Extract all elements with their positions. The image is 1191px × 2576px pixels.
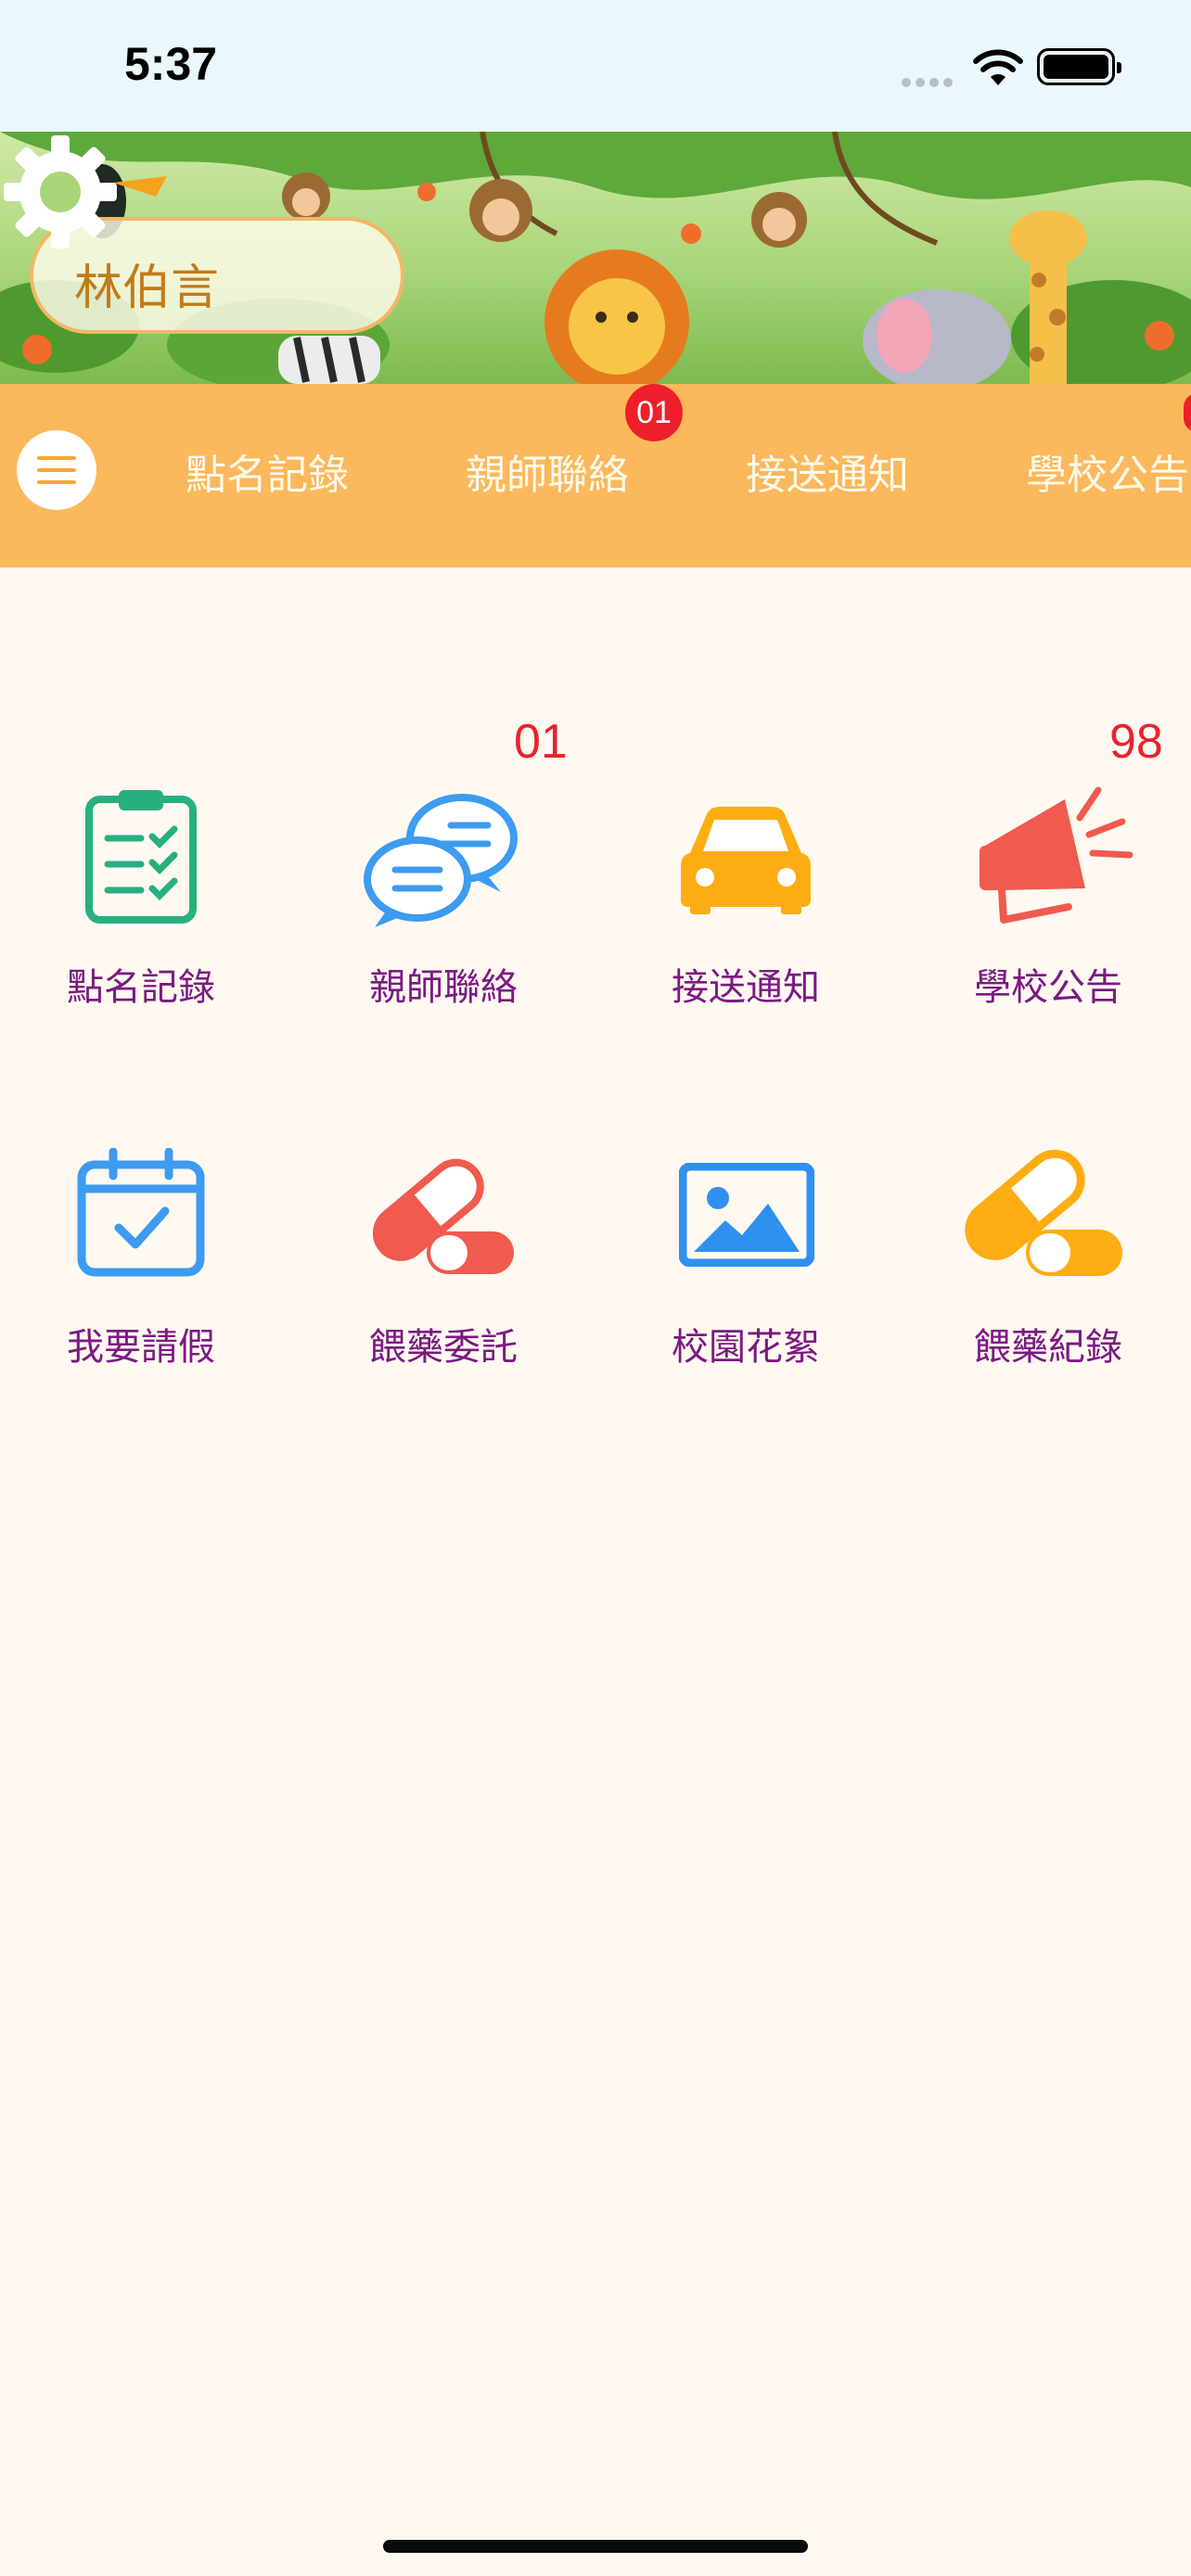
- menu-label-campus-photos: 校園花絮: [672, 1326, 820, 1369]
- settings-gear-icon[interactable]: [0, 132, 121, 252]
- battery-icon: [1037, 48, 1121, 85]
- menu-label-medication-record: 餵藥紀錄: [974, 1326, 1122, 1369]
- menu-label-medication-request: 餵藥委託: [369, 1326, 518, 1369]
- tab-pickup[interactable]: 接送通知: [746, 441, 909, 501]
- header-banner: 林伯言: [0, 132, 1191, 384]
- cellular-signal-icon: [902, 73, 957, 91]
- menu-label-parent-teacher: 親師聯絡: [369, 966, 518, 1009]
- home-indicator[interactable]: [383, 2540, 808, 2553]
- menu-label-leave-request: 我要請假: [67, 1326, 215, 1369]
- wifi-icon: [973, 49, 1023, 85]
- tab-attendance[interactable]: 點名記錄: [186, 441, 349, 501]
- menu-label-attendance: 點名記錄: [67, 966, 215, 1009]
- pill-icon: [372, 1158, 514, 1274]
- tab-badge-parent-teacher: 01: [625, 384, 683, 441]
- menu-label-pickup: 接送通知: [672, 966, 820, 1009]
- tab-bar-overlay: [0, 384, 1191, 441]
- tab-bar: 點名記錄 親師聯絡 01 接送通知 學校公告: [0, 384, 1191, 567]
- menu-label-announcements: 學校公告: [974, 966, 1122, 1009]
- calendar-check-icon: [77, 1148, 205, 1277]
- megaphone-icon: [980, 786, 1133, 924]
- car-icon: [681, 807, 811, 914]
- status-time: 5:37: [124, 38, 218, 90]
- user-name: 林伯言: [74, 261, 220, 316]
- tab-parent-teacher[interactable]: 親師聯絡: [466, 441, 629, 501]
- hamburger-menu-icon[interactable]: [17, 430, 96, 510]
- photo-icon: [679, 1163, 814, 1267]
- tab-announcements[interactable]: 學校公告: [1026, 441, 1189, 501]
- status-bar: 5:37: [0, 0, 1191, 132]
- chat-bubbles-icon: [364, 794, 518, 927]
- checklist-icon: [85, 790, 197, 924]
- pill-icon: [965, 1149, 1122, 1276]
